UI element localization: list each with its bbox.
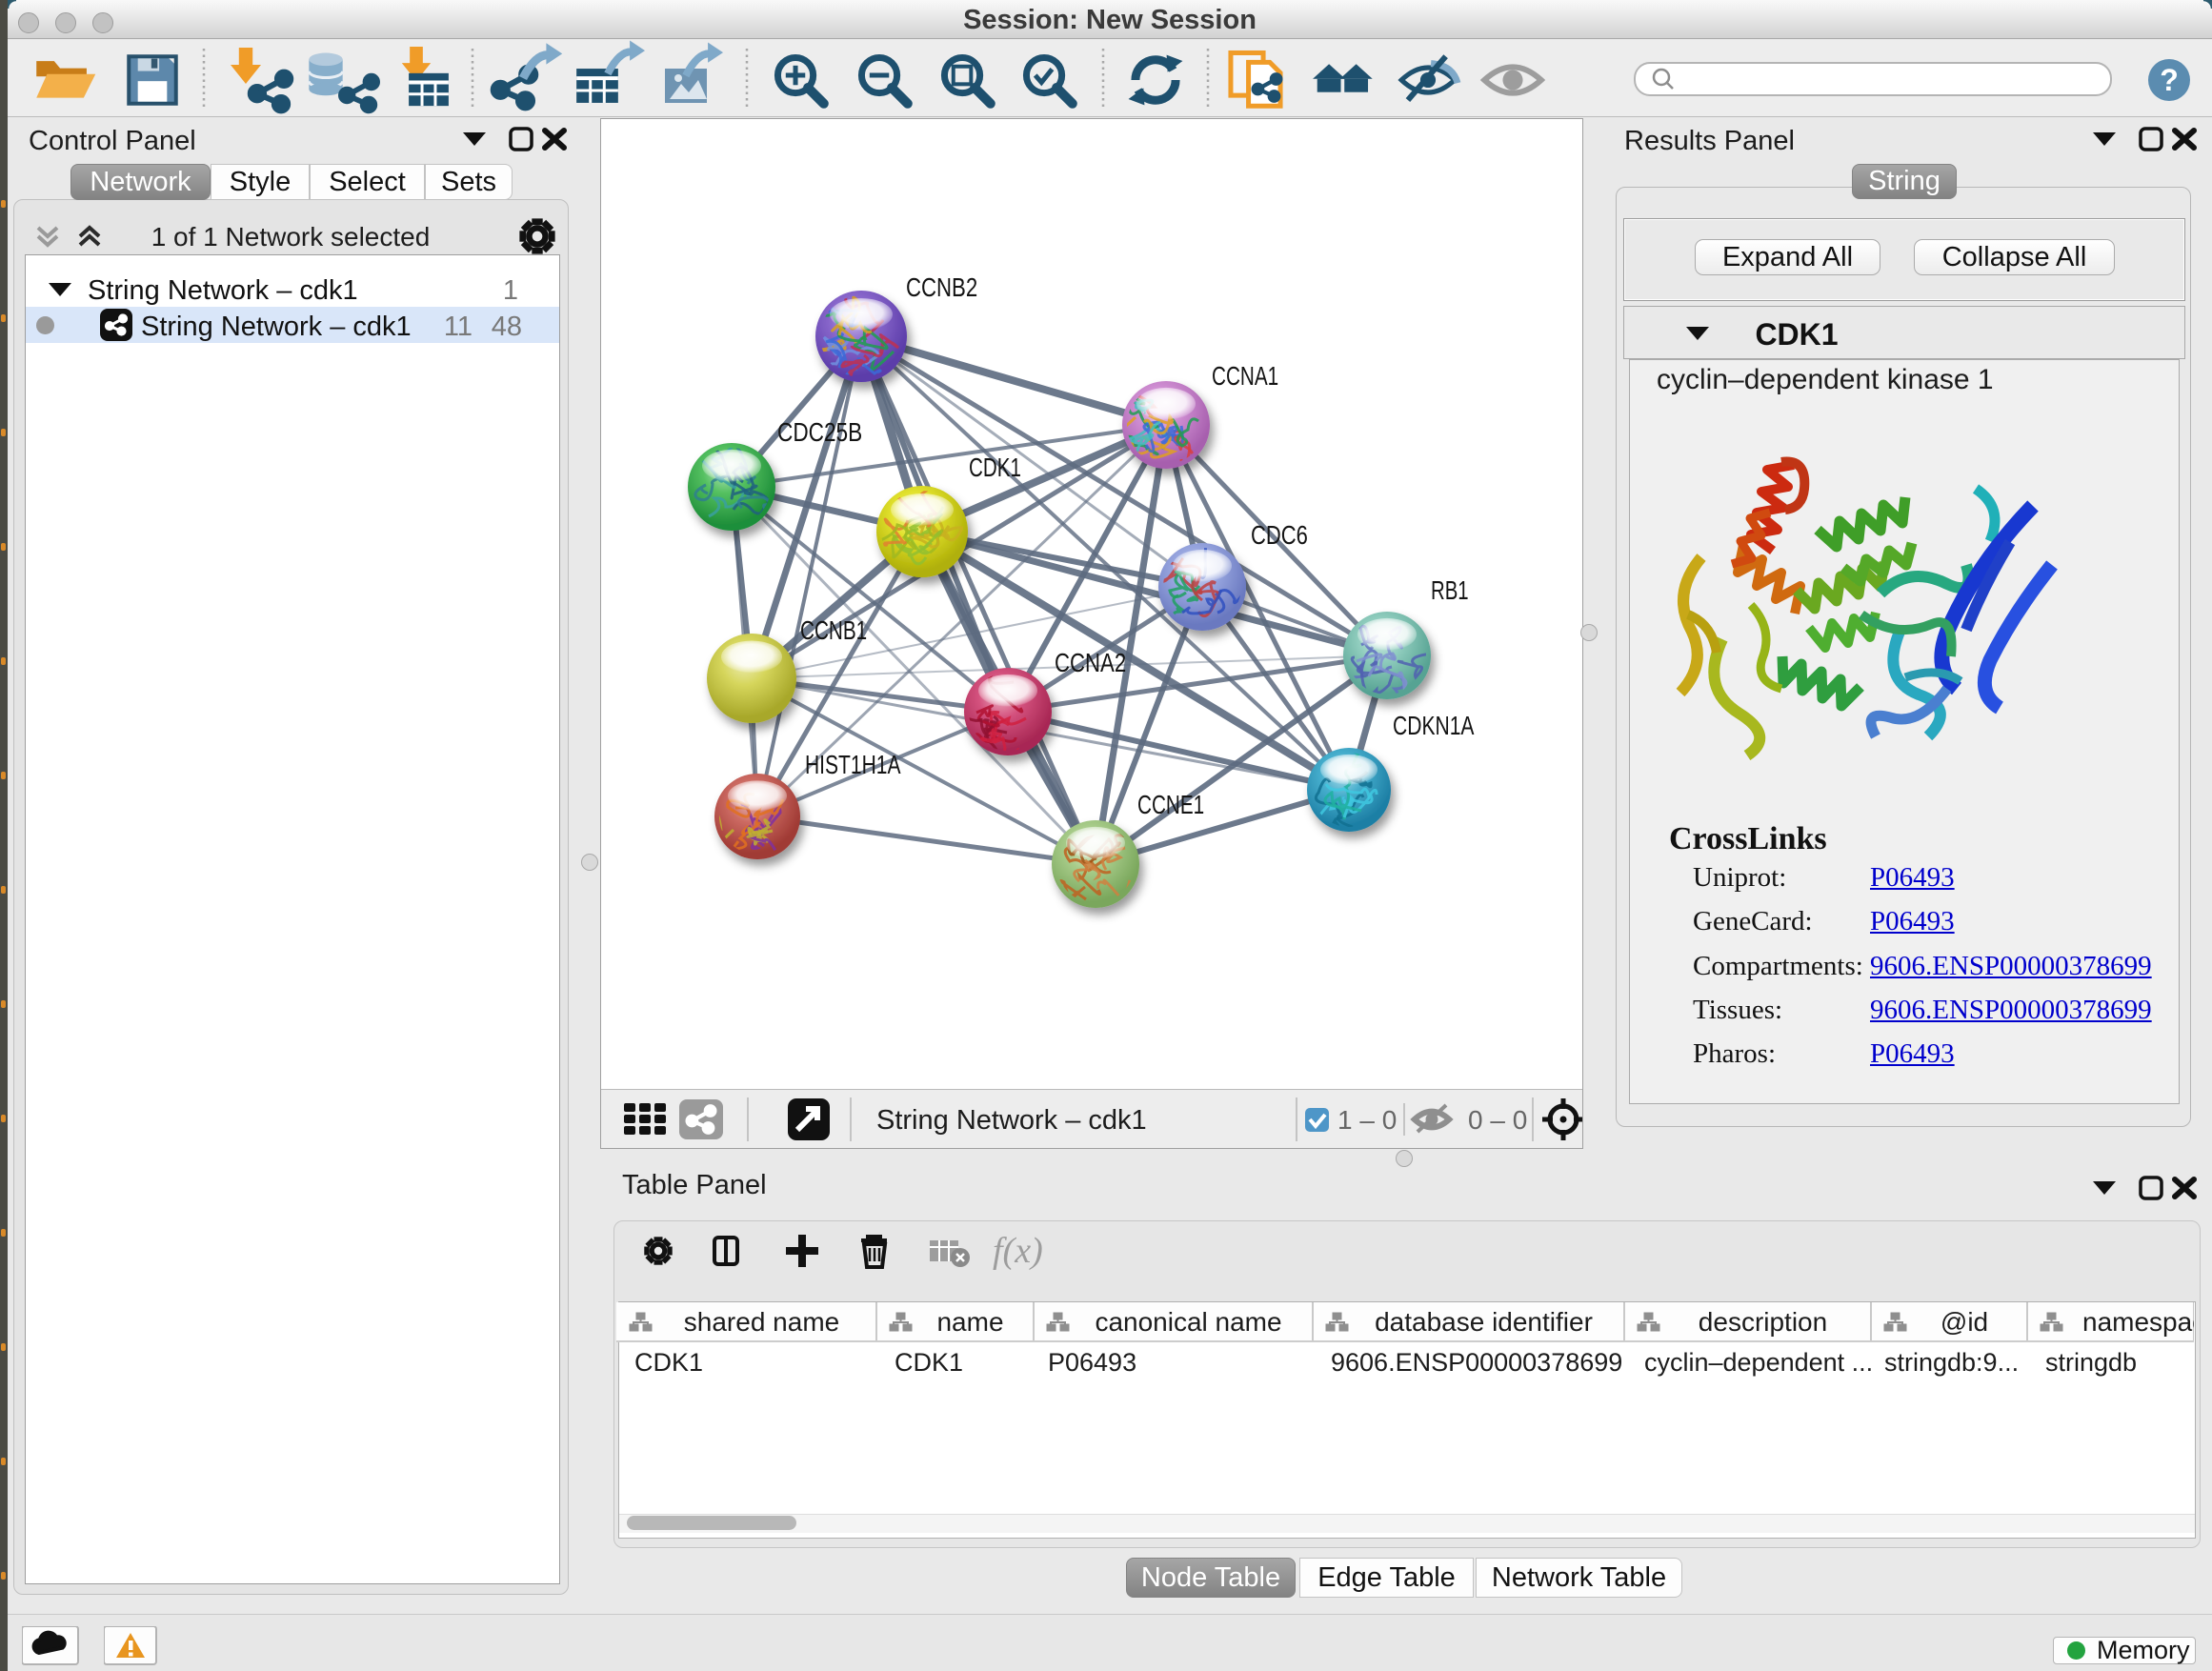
svg-text:@id: @id: [1941, 1307, 1988, 1337]
svg-text:canonical name: canonical name: [1095, 1307, 1281, 1337]
svg-text:RB1: RB1: [1431, 575, 1469, 605]
svg-text:0 – 0: 0 – 0: [1468, 1105, 1527, 1135]
svg-text:1 – 0: 1 – 0: [1337, 1105, 1397, 1135]
svg-text:CCNA2: CCNA2: [1055, 648, 1126, 677]
svg-text:CDK1: CDK1: [969, 453, 1021, 482]
svg-text:String Network – cdk1: String Network – cdk1: [876, 1105, 1147, 1136]
svg-text:f(x): f(x): [993, 1231, 1043, 1271]
svg-text:CCNA1: CCNA1: [1212, 361, 1278, 391]
svg-text:CDC6: CDC6: [1251, 520, 1308, 550]
svg-text:description: description: [1699, 1307, 1827, 1337]
svg-text:CDC25B: CDC25B: [777, 417, 862, 447]
svg-text:shared name: shared name: [684, 1307, 839, 1337]
svg-text:name: name: [936, 1307, 1003, 1337]
svg-text:HIST1H1A: HIST1H1A: [805, 750, 901, 779]
svg-text:CCNB1: CCNB1: [800, 615, 867, 645]
svg-text:namespace: namespace: [2082, 1307, 2194, 1337]
svg-text:database identifier: database identifier: [1375, 1307, 1593, 1337]
svg-text:CDKN1A: CDKN1A: [1393, 711, 1475, 740]
svg-text:CCNB2: CCNB2: [906, 272, 977, 302]
svg-text:CCNE1: CCNE1: [1137, 790, 1204, 819]
svg-text:?: ?: [2160, 63, 2179, 97]
